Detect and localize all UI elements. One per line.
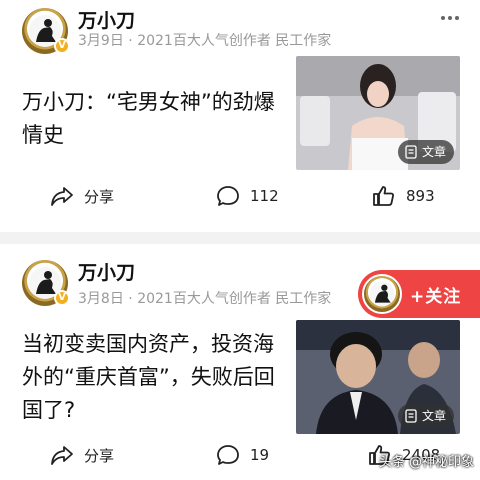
share-button[interactable]: 分享: [50, 444, 114, 466]
author-tags: 2021百大人气创作者 民工作家: [137, 291, 332, 307]
share-label: 分享: [84, 187, 115, 206]
comment-button[interactable]: 112: [216, 185, 279, 207]
action-bar: 分享 112 893: [0, 185, 480, 215]
author-name[interactable]: 万小刀: [78, 258, 135, 285]
like-count: 893: [406, 187, 435, 205]
share-arrow-icon: [51, 446, 73, 465]
article-doc-icon: [405, 409, 417, 423]
follow-avatar: [362, 274, 402, 314]
more-dots-icon[interactable]: [438, 8, 462, 28]
article-badge: 文章: [397, 404, 454, 428]
author-name[interactable]: 万小刀: [78, 6, 135, 33]
like-button[interactable]: 893: [372, 185, 435, 207]
verified-badge-icon: V: [54, 38, 70, 54]
post-date: 3月9日: [78, 33, 124, 49]
post-title[interactable]: 当初变卖国内资产，投资海外的“重庆首富”，失败后回国了?: [22, 328, 290, 427]
post-meta: 3月9日 · 2021百大人气创作者 民工作家: [78, 30, 331, 50]
meta-separator: ·: [128, 33, 138, 49]
comment-bubble-icon: [217, 445, 239, 465]
thumbs-up-icon: [373, 186, 394, 206]
post-thumbnail[interactable]: 文章: [296, 56, 460, 170]
feed-divider: [0, 232, 480, 244]
share-arrow-icon: [51, 187, 73, 206]
article-doc-icon: [405, 145, 417, 159]
comment-count: 19: [250, 446, 270, 464]
post-date: 3月8日: [78, 291, 124, 307]
article-badge-label: 文章: [421, 409, 446, 423]
comment-button[interactable]: 19: [216, 444, 269, 466]
meta-separator: ·: [128, 291, 138, 307]
post-title[interactable]: 万小刀：“宅男女神”的劲爆情史: [22, 86, 290, 152]
verified-badge-icon: V: [54, 290, 70, 306]
author-tags: 2021百大人气创作者 民工作家: [137, 33, 332, 49]
comment-bubble-icon: [217, 186, 239, 206]
post-meta: 3月8日 · 2021百大人气创作者 民工作家: [78, 288, 331, 308]
comment-count: 112: [250, 187, 279, 205]
follow-label: +关注: [410, 286, 462, 307]
article-badge-label: 文章: [421, 145, 446, 159]
article-badge: 文章: [397, 140, 454, 164]
feed-card[interactable]: V 万小刀 3月9日 · 2021百大人气创作者 民工作家 万小刀：“宅男女神”…: [0, 0, 480, 232]
watermark: 头条 @神秘印象: [378, 455, 474, 470]
share-label: 分享: [84, 446, 115, 465]
post-thumbnail[interactable]: 文章: [296, 320, 460, 434]
follow-button[interactable]: +关注: [358, 270, 480, 318]
share-button[interactable]: 分享: [50, 185, 114, 207]
